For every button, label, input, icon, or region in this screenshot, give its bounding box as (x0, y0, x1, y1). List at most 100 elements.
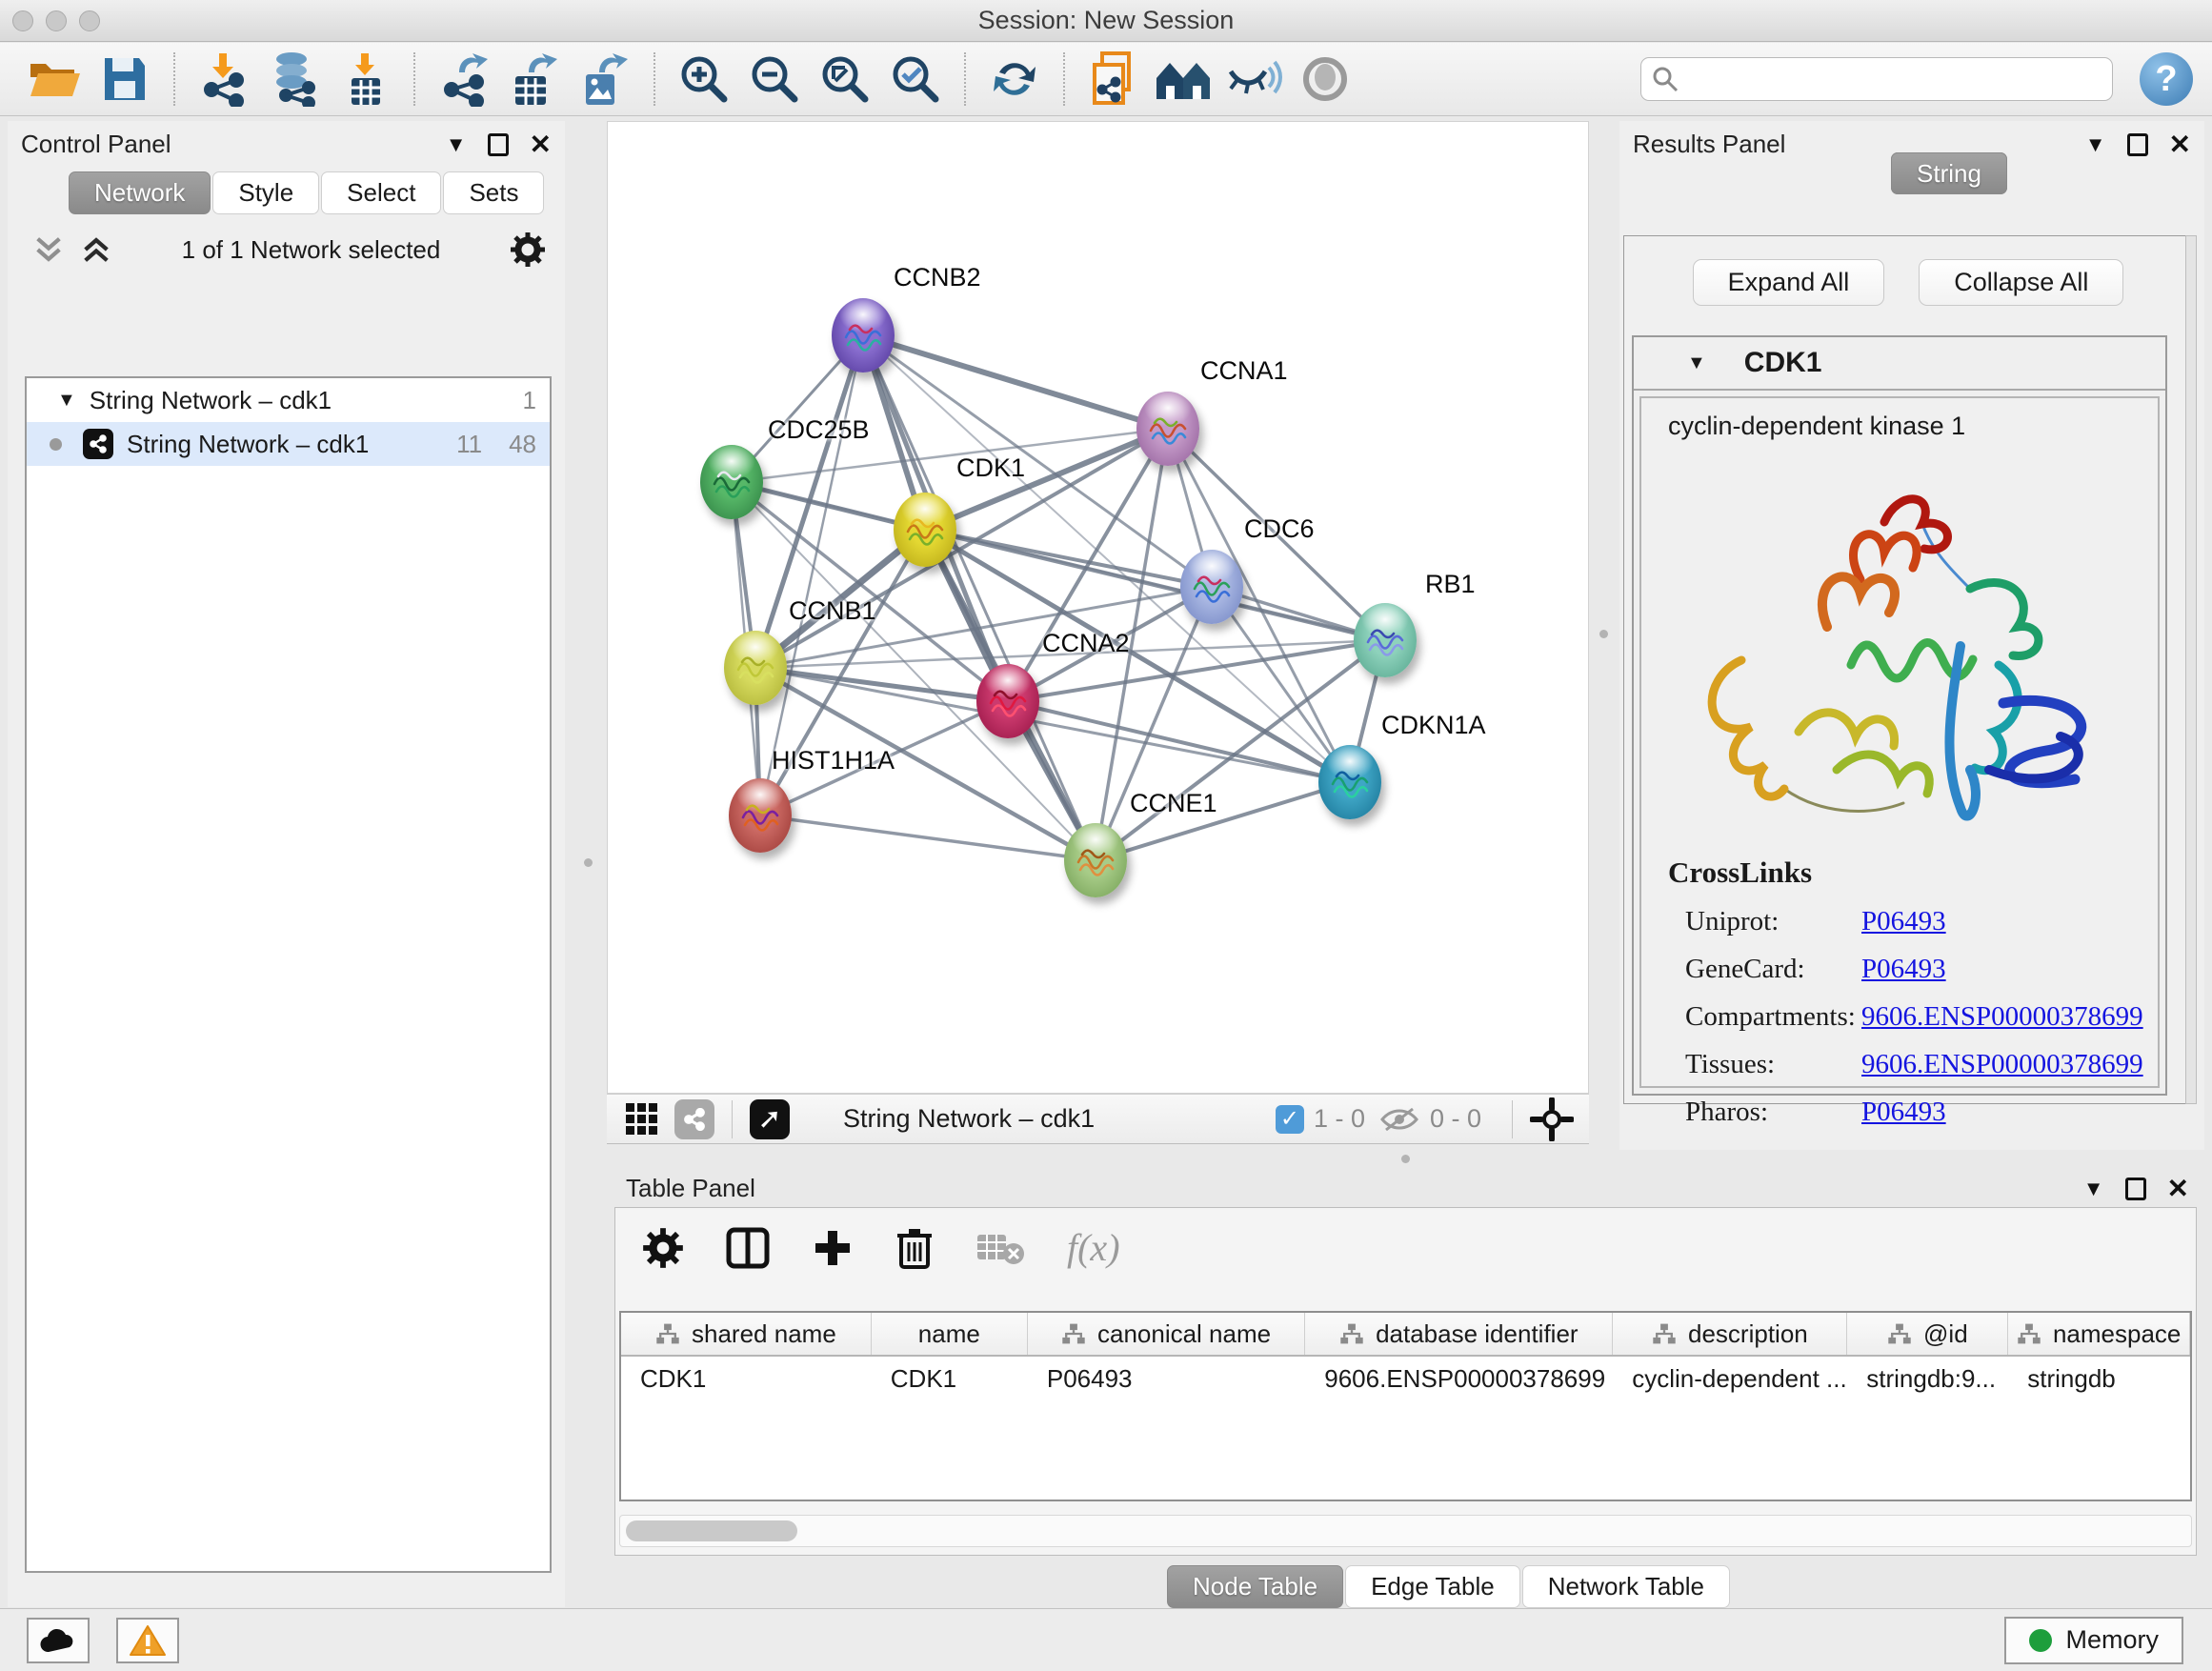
panel-float-icon[interactable] (2125, 1178, 2146, 1200)
network-row-selected[interactable]: String Network – cdk1 11 48 (27, 422, 550, 466)
table-cell[interactable]: P06493 (1028, 1357, 1305, 1400)
panel-divider-handle[interactable] (584, 858, 593, 867)
crosslink-link[interactable]: 9606.ENSP00000378699 (1861, 1001, 2143, 1033)
node-CCNA2[interactable] (976, 664, 1039, 738)
zoom-out-button[interactable] (745, 50, 804, 108)
node-CDKN1A[interactable] (1318, 745, 1381, 819)
open-session-button[interactable] (25, 50, 84, 108)
node-RB1[interactable] (1354, 603, 1417, 677)
import-network-file-button[interactable] (194, 50, 253, 108)
table-cell[interactable]: cyclin-dependent ... (1613, 1357, 1847, 1400)
table-cell[interactable]: stringdb:9... (1847, 1357, 2008, 1400)
panel-divider-handle[interactable] (1401, 1155, 1410, 1163)
edge-HIST1H1A-CCNE1[interactable] (760, 815, 1096, 860)
column-header-namespace[interactable]: namespace (2008, 1313, 2190, 1355)
fit-content-icon[interactable] (1530, 1097, 1574, 1141)
table-horizontal-scrollbar[interactable] (619, 1515, 2192, 1547)
table-row[interactable]: CDK1CDK1P064939606.ENSP00000378699cyclin… (621, 1357, 2190, 1400)
table-gear-icon[interactable] (642, 1227, 684, 1269)
crosslink-link[interactable]: P06493 (1861, 906, 1946, 937)
edge-CCNA2-CDKN1A[interactable] (1008, 701, 1350, 782)
table-cell[interactable]: CDK1 (872, 1357, 1028, 1400)
cloud-status-button[interactable] (27, 1618, 90, 1663)
memory-button[interactable]: Memory (2004, 1617, 2183, 1664)
panel-collapse-icon[interactable]: ▼ (446, 132, 467, 157)
network-canvas[interactable]: CCNB2CCNA1CDC25BCDK1CDC6RB1CCNB1CCNA2CDK… (607, 121, 1589, 1094)
tab-network-table[interactable]: Network Table (1522, 1565, 1730, 1608)
network-options-gear-icon[interactable] (510, 232, 546, 268)
column-header-canonical-name[interactable]: canonical name (1028, 1313, 1305, 1355)
column-header-shared-name[interactable]: shared name (621, 1313, 872, 1355)
grid-view-icon[interactable] (626, 1103, 657, 1135)
home-view-button[interactable] (1155, 50, 1214, 108)
tab-sets[interactable]: Sets (443, 171, 544, 214)
tab-string[interactable]: String (1891, 152, 2007, 194)
add-column-icon[interactable] (812, 1227, 854, 1269)
function-builder-icon[interactable]: f(x) (1067, 1225, 1120, 1270)
gene-section-header[interactable]: ▼ CDK1 (1634, 337, 2165, 391)
panel-float-icon[interactable] (488, 133, 509, 156)
table-cell[interactable]: CDK1 (621, 1357, 872, 1400)
crosslink-link[interactable]: P06493 (1861, 954, 1946, 985)
inactive-eye-button[interactable] (1296, 50, 1355, 108)
table-cell[interactable]: 9606.ENSP00000378699 (1305, 1357, 1613, 1400)
edge-CCNB2-CCNE1[interactable] (863, 335, 1096, 860)
node-CCNA1[interactable] (1136, 392, 1199, 466)
column-header--id[interactable]: @id (1847, 1313, 2008, 1355)
node-CDC25B[interactable] (700, 445, 763, 519)
column-header-description[interactable]: description (1613, 1313, 1847, 1355)
node-CCNB2[interactable] (832, 298, 895, 372)
crosslink-link[interactable]: 9606.ENSP00000378699 (1861, 1049, 2143, 1080)
tab-node-table[interactable]: Node Table (1167, 1565, 1343, 1608)
table-cell[interactable]: stringdb (2008, 1357, 2190, 1400)
column-header-database-identifier[interactable]: database identifier (1305, 1313, 1613, 1355)
import-network-database-button[interactable] (265, 50, 324, 108)
panel-close-icon[interactable]: ✕ (2169, 129, 2191, 160)
zoom-selected-button[interactable] (886, 50, 945, 108)
panel-close-icon[interactable]: ✕ (2167, 1173, 2189, 1204)
panel-divider-handle[interactable] (1599, 630, 1608, 638)
help-button[interactable]: ? (2140, 52, 2193, 106)
expand-all-icon[interactable] (80, 233, 112, 266)
node-HIST1H1A[interactable] (729, 778, 792, 853)
save-session-button[interactable] (95, 50, 154, 108)
string-view-icon[interactable] (674, 1099, 714, 1139)
tree-expand-icon[interactable]: ▼ (57, 390, 76, 412)
export-network-button[interactable] (434, 50, 493, 108)
panel-close-icon[interactable]: ✕ (530, 129, 552, 160)
selected-checkbox[interactable]: ✓ (1276, 1105, 1304, 1134)
apply-layout-button[interactable] (985, 50, 1044, 108)
node-CDK1[interactable] (894, 493, 956, 567)
tab-network[interactable]: Network (69, 171, 211, 214)
tab-select[interactable]: Select (321, 171, 441, 214)
tab-edge-table[interactable]: Edge Table (1345, 1565, 1520, 1608)
results-scrollbar[interactable] (2185, 235, 2197, 1104)
node-CCNB1[interactable] (724, 631, 787, 705)
copy-network-button[interactable] (1084, 50, 1143, 108)
delete-column-icon[interactable] (895, 1226, 934, 1270)
network-collection-row[interactable]: ▼ String Network – cdk1 1 (27, 378, 550, 422)
edge-CCNB2-CCNA1[interactable] (863, 335, 1168, 429)
tab-style[interactable]: Style (212, 171, 319, 214)
hide-panel-button[interactable] (1225, 50, 1284, 108)
delete-table-icon[interactable] (975, 1229, 1025, 1267)
show-columns-icon[interactable] (726, 1227, 770, 1269)
birdseye-view-icon[interactable]: ➚ (750, 1099, 790, 1139)
import-table-button[interactable] (335, 50, 394, 108)
node-CDC6[interactable] (1180, 550, 1243, 624)
collapse-all-icon[interactable] (32, 233, 65, 266)
zoom-in-button[interactable] (674, 50, 734, 108)
column-header-name[interactable]: name (872, 1313, 1028, 1355)
section-expand-icon[interactable]: ▼ (1687, 352, 1706, 374)
panel-float-icon[interactable] (2127, 133, 2148, 156)
collapse-all-button[interactable]: Collapse All (1919, 259, 2123, 306)
crosslink-link[interactable]: P06493 (1861, 1097, 1946, 1128)
node-CCNE1[interactable] (1064, 823, 1127, 897)
zoom-fit-button[interactable] (815, 50, 875, 108)
panel-collapse-icon[interactable]: ▼ (2085, 132, 2106, 157)
export-table-button[interactable] (505, 50, 564, 108)
expand-all-button[interactable]: Expand All (1693, 259, 1885, 306)
hidden-eye-icon[interactable] (1378, 1103, 1420, 1136)
panel-collapse-icon[interactable]: ▼ (2083, 1177, 2104, 1201)
search-input[interactable] (1679, 61, 2102, 97)
